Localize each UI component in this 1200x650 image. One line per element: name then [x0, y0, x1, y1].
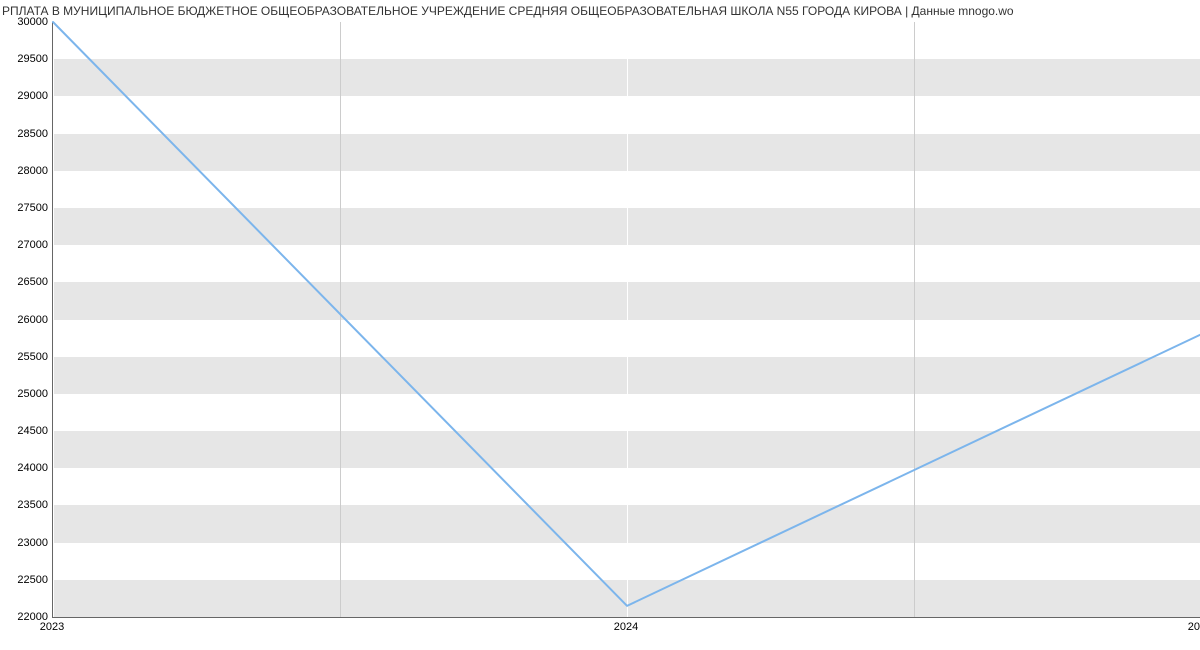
y-tick-label: 29000: [4, 90, 48, 102]
y-tick-label: 28500: [4, 128, 48, 140]
y-tick-label: 26500: [4, 276, 48, 288]
x-tick-label: 2024: [614, 621, 638, 633]
y-tick-label: 23500: [4, 499, 48, 511]
y-tick-label: 28000: [4, 165, 48, 177]
y-tick-label: 30000: [4, 16, 48, 28]
y-tick-label: 24500: [4, 425, 48, 437]
y-tick-label: 26000: [4, 314, 48, 326]
data-line: [53, 22, 1200, 617]
y-tick-label: 25500: [4, 351, 48, 363]
x-tick-label: 2023: [40, 621, 64, 633]
y-tick-label: 25000: [4, 388, 48, 400]
y-tick-label: 24000: [4, 462, 48, 474]
plot-area: [52, 22, 1200, 618]
x-tick-label: 2025: [1188, 621, 1200, 633]
y-tick-label: 23000: [4, 537, 48, 549]
y-tick-label: 27000: [4, 239, 48, 251]
y-tick-label: 29500: [4, 53, 48, 65]
chart-title: РПЛАТА В МУНИЦИПАЛЬНОЕ БЮДЖЕТНОЕ ОБЩЕОБР…: [0, 4, 1200, 18]
y-tick-label: 27500: [4, 202, 48, 214]
y-tick-label: 22500: [4, 574, 48, 586]
